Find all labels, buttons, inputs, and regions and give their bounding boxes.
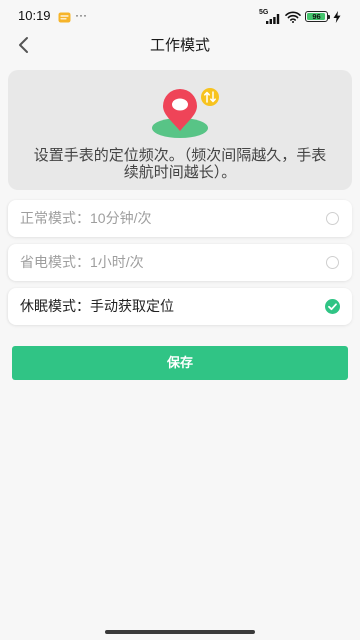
location-pin-icon (152, 88, 219, 138)
radio-checked-icon[interactable] (325, 299, 340, 314)
save-button[interactable]: 保存 (12, 346, 348, 380)
battery-icon: 96 (305, 11, 330, 22)
signal-bars-icon (266, 11, 280, 24)
mode-label: 休眠模式：手动获取定位 (20, 298, 174, 314)
mode-option-normal[interactable]: 正常模式：10分钟/次 (8, 200, 352, 237)
mode-option-sleep[interactable]: 休眠模式：手动获取定位 (8, 288, 352, 325)
description-line: 续航时间越长）。 (123, 164, 237, 181)
home-indicator (105, 630, 255, 634)
wifi-icon (285, 10, 301, 23)
status-time: 10:19 (18, 8, 51, 23)
info-card: 设置手表的定位频次。（频次间隔越久，手表 续航时间越长）。 (8, 70, 352, 190)
note-icon (58, 10, 71, 23)
radio-unchecked-icon[interactable] (326, 212, 339, 225)
mode-label: 正常模式：10分钟/次 (20, 210, 152, 226)
battery-level: 96 (312, 12, 321, 21)
description-line: 设置手表的定位频次。（频次间隔越久，手表 (33, 147, 327, 164)
radio-unchecked-icon[interactable] (326, 256, 339, 269)
mode-option-power-saving[interactable]: 省电模式：1小时/次 (8, 244, 352, 281)
status-overflow-dots: ··· (75, 8, 87, 22)
status-bar: 10:19 ··· 5G 96 (0, 0, 360, 30)
page-title: 工作模式 (149, 37, 210, 54)
up-down-arrows-icon (201, 88, 219, 106)
bolt-icon (333, 10, 341, 23)
mode-label: 省电模式：1小时/次 (20, 254, 144, 270)
